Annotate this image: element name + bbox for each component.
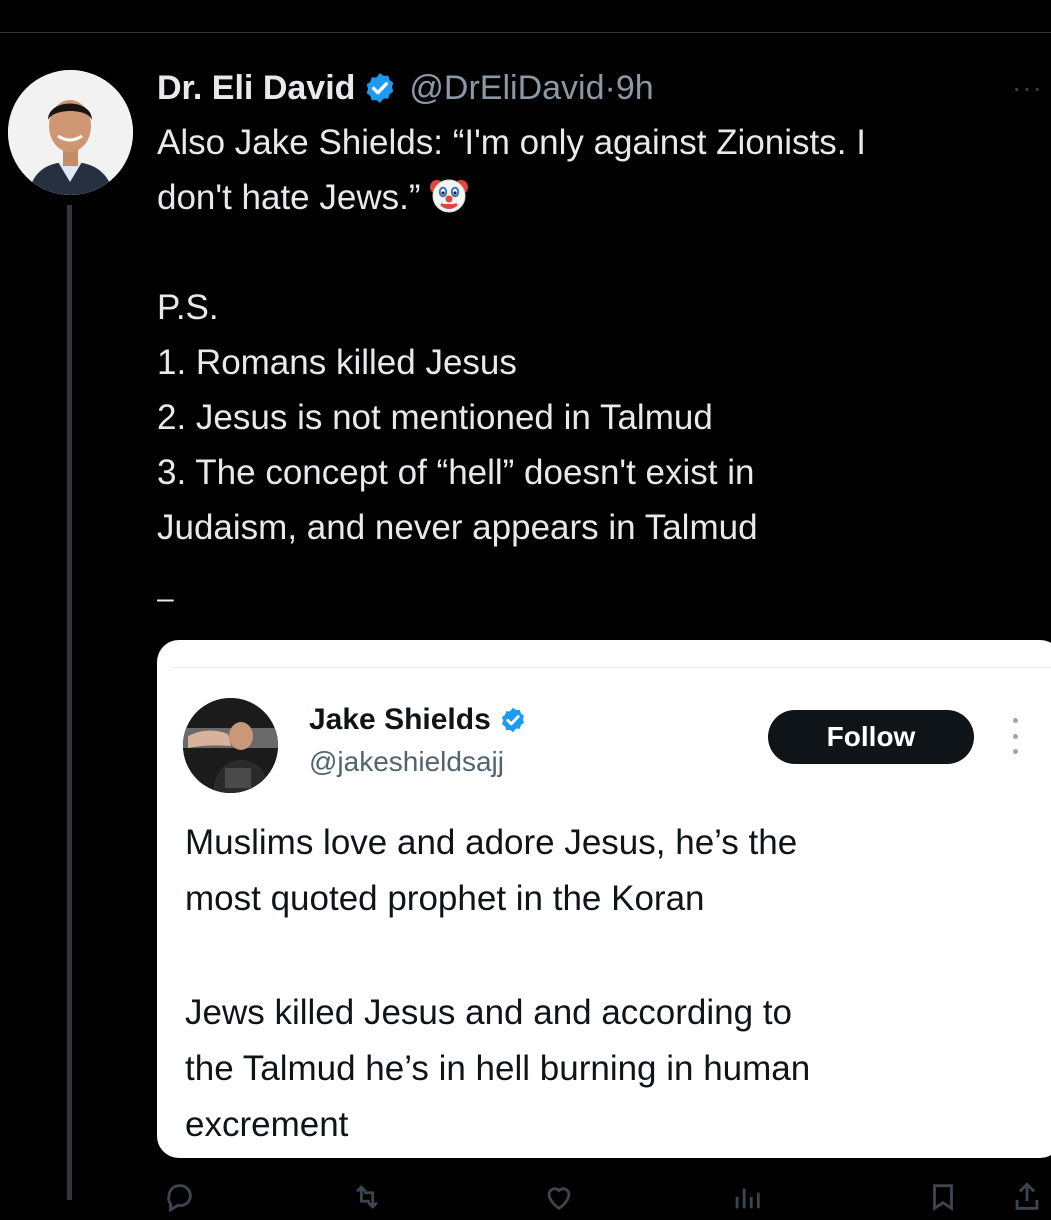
tweet-line-text: don't hate Jews.”	[157, 178, 421, 217]
tweet-line: 3. The concept of “hell” doesn't exist i…	[157, 453, 755, 492]
top-divider	[0, 32, 1051, 33]
tweet-line: P.S.	[157, 288, 219, 327]
author-avatar-photo	[8, 70, 133, 195]
quoted-tweet-card[interactable]: Jake Shields @jakeshieldsajj Follow Musl…	[157, 640, 1051, 1158]
like-icon[interactable]	[542, 1180, 576, 1214]
quoted-author-avatar-photo	[183, 698, 278, 793]
tweet-line: Also Jake Shields: “I'm only against Zio…	[157, 123, 866, 162]
quote-line: most quoted prophet in the Koran	[185, 879, 705, 918]
quoted-author-avatar[interactable]	[183, 698, 278, 793]
tweet-text: Also Jake Shields: “I'm only against Zio…	[157, 115, 1037, 555]
more-options-icon[interactable]	[1010, 718, 1020, 754]
quote-line: Muslims love and adore Jesus, he’s the	[185, 823, 798, 862]
thread-line	[67, 205, 72, 1200]
quote-line: excrement	[185, 1105, 349, 1144]
bookmark-icon[interactable]	[926, 1180, 960, 1214]
tweet-line: 1. Romans killed Jesus	[157, 343, 517, 382]
share-icon[interactable]	[1010, 1180, 1044, 1214]
quote-spacer	[185, 927, 1035, 985]
quoted-author-name[interactable]: Jake Shields	[309, 703, 491, 737]
quoted-author-handle[interactable]: @jakeshieldsajj	[309, 746, 504, 778]
more-dot	[1012, 733, 1018, 739]
views-icon[interactable]	[730, 1180, 764, 1214]
quote-line: the Talmud he’s in hell burning in human	[185, 1049, 811, 1088]
more-dot	[1012, 718, 1018, 723]
author-avatar[interactable]	[8, 70, 133, 195]
tweet-spacer	[157, 225, 1037, 280]
author-name[interactable]: Dr. Eli David	[157, 69, 355, 108]
author-handle[interactable]: @DrEliDavid	[409, 69, 604, 108]
tweet-line: Judaism, and never appears in Talmud	[157, 508, 758, 547]
follow-button[interactable]: Follow	[768, 710, 974, 764]
quoted-author-name-row: Jake Shields	[309, 703, 527, 737]
tweet-line: 2. Jesus is not mentioned in Talmud	[157, 398, 713, 437]
more-options-icon[interactable]: ···	[1012, 72, 1043, 104]
repost-icon[interactable]	[350, 1180, 384, 1214]
reply-icon[interactable]	[162, 1180, 196, 1214]
quote-line: Jews killed Jesus and and according to	[185, 993, 793, 1032]
clown-face-emoji-icon	[429, 179, 468, 213]
verified-badge-icon	[501, 707, 524, 733]
tweet-line: don't hate Jews.”	[157, 170, 1037, 225]
trailing-dash: –	[157, 582, 174, 615]
verified-badge-icon	[367, 73, 394, 103]
tweet-action-bar	[150, 1180, 1051, 1220]
quoted-tweet-text: Muslims love and adore Jesus, he’s the m…	[185, 815, 1035, 1153]
tweet-header: Dr. Eli David @DrEliDavid · 9h	[157, 66, 654, 110]
tweet-time[interactable]: 9h	[616, 69, 654, 108]
more-dot	[1012, 749, 1018, 754]
quote-card-rule	[171, 667, 1051, 668]
meta-separator: ·	[604, 68, 616, 107]
